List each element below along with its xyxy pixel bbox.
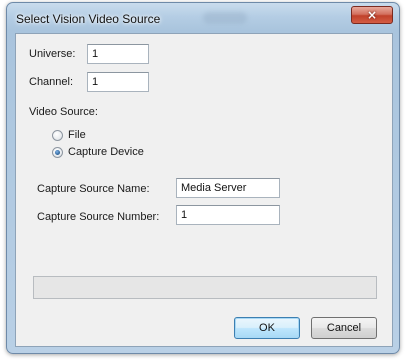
title-bar[interactable]: Select Vision Video Source × [7, 3, 399, 33]
radio-capture-device-label: Capture Device [68, 146, 144, 158]
video-source-label: Video Source: [29, 106, 98, 118]
channel-label: Channel: [29, 76, 74, 88]
cancel-button[interactable]: Cancel [311, 317, 377, 339]
status-progress-bar [33, 276, 377, 299]
title-bar-blur [203, 12, 247, 24]
radio-selected-icon[interactable] [52, 146, 63, 158]
dialog-window: Select Vision Video Source × Universe: 1… [6, 2, 400, 354]
channel-input[interactable]: 1 [87, 72, 149, 92]
universe-input[interactable]: 1 [87, 44, 149, 64]
capture-source-number-input[interactable]: 1 [176, 205, 280, 225]
radio-file[interactable]: File [52, 129, 86, 141]
radio-unselected-icon[interactable] [52, 129, 63, 141]
capture-source-number-label: Capture Source Number: [37, 211, 160, 223]
window-title: Select Vision Video Source [16, 12, 161, 26]
radio-capture-device[interactable]: Capture Device [52, 146, 144, 158]
radio-file-label: File [68, 129, 86, 141]
universe-label: Universe: [29, 48, 76, 60]
capture-source-name-label: Capture Source Name: [37, 183, 150, 195]
capture-source-name-input[interactable]: Media Server [176, 178, 280, 198]
close-icon: × [366, 8, 378, 22]
close-button[interactable]: × [351, 6, 393, 24]
ok-button[interactable]: OK [234, 317, 300, 339]
dialog-client-area: Universe: 1 Channel: 1 Video Source: Fil… [15, 33, 393, 347]
